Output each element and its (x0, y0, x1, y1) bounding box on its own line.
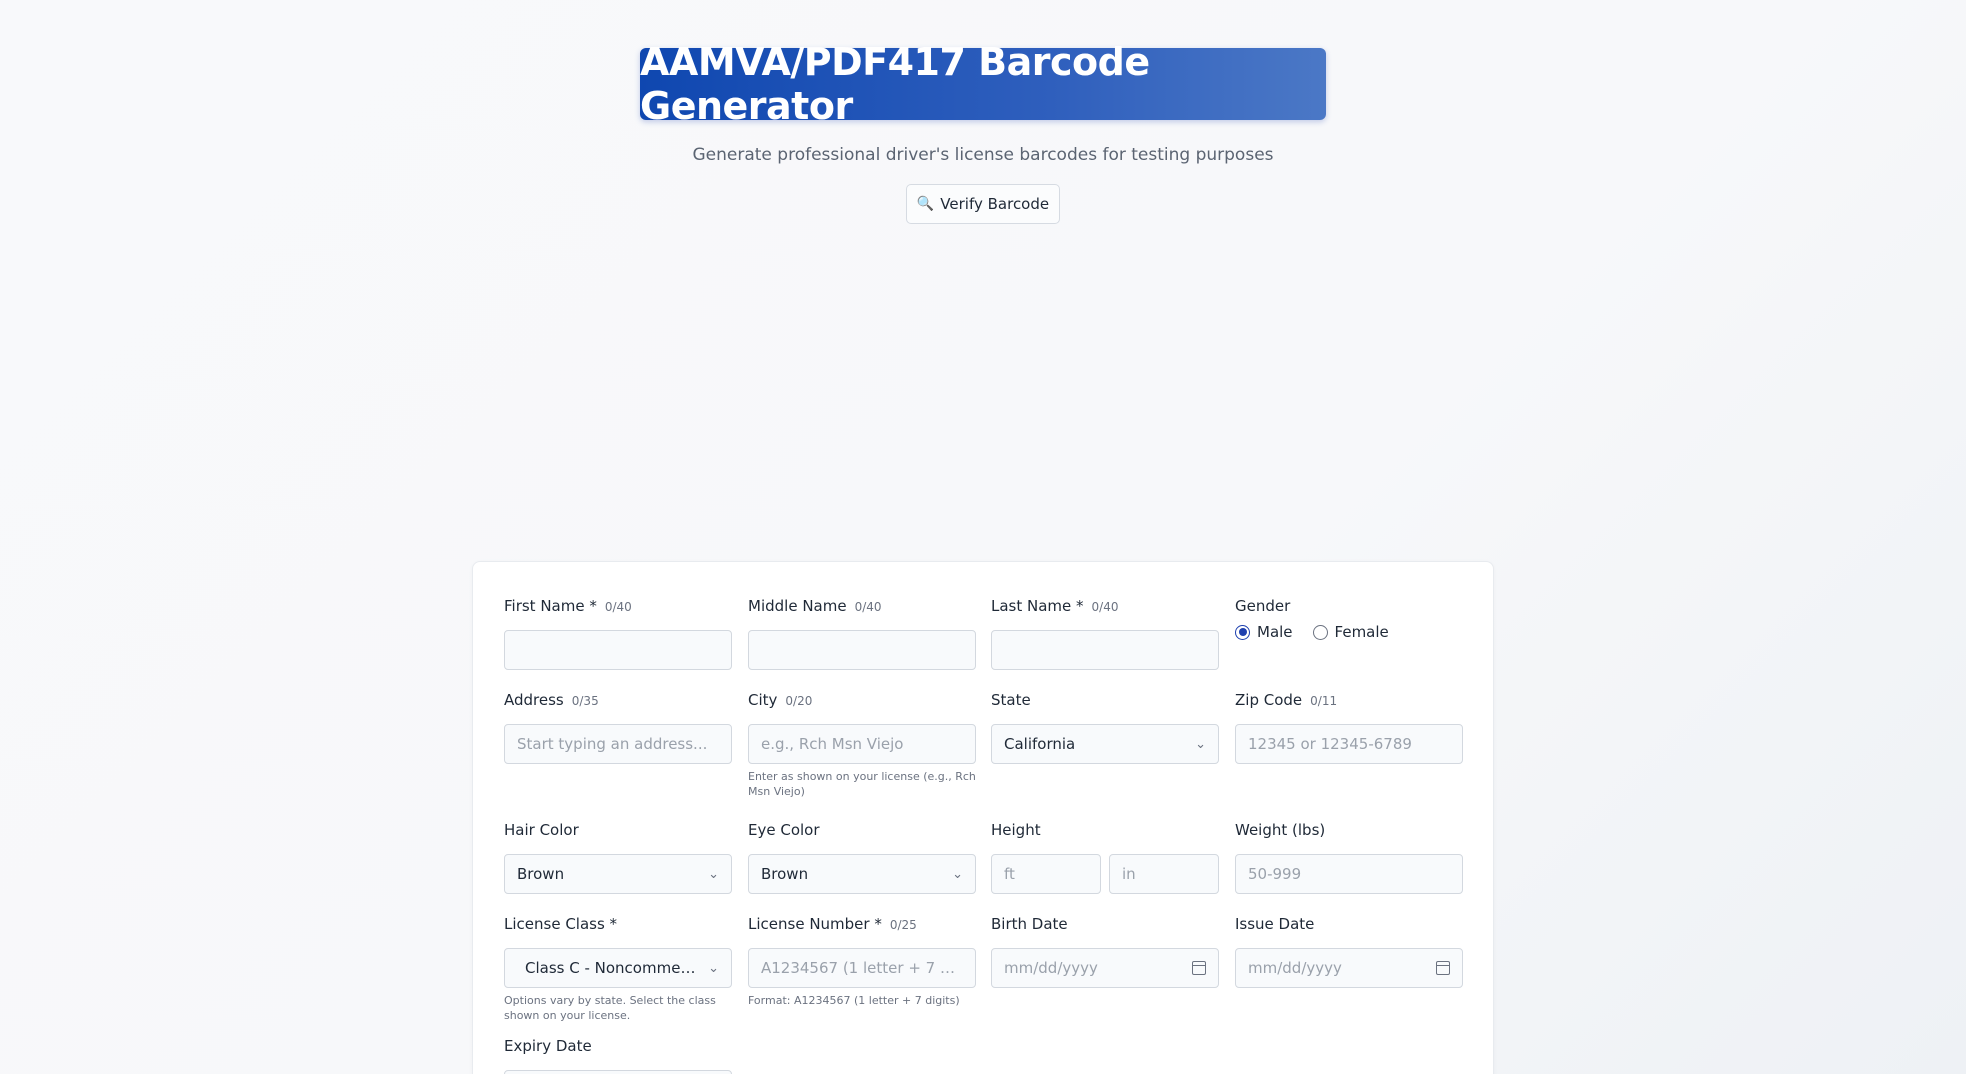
first-name-label: First Name * (504, 597, 597, 615)
license-number-field: License Number * 0/25 A1234567 (1 letter … (748, 915, 976, 1008)
birth-date-input[interactable]: mm/dd/yyyy (991, 948, 1219, 988)
last-name-field: Last Name * 0/40 (991, 597, 1219, 670)
gender-field: Gender Male Female (1235, 597, 1463, 641)
magnifier-icon: 🔍 (916, 196, 935, 212)
license-class-helper-text: Options vary by state. Select the class … (504, 994, 716, 1022)
license-class-field: License Class * Class C - Noncommercial … (504, 915, 732, 1023)
first-name-counter: 0/40 (604, 600, 632, 614)
expiry-date-input[interactable] (504, 1070, 732, 1074)
city-label: City (748, 691, 778, 709)
first-name-field: First Name * 0/40 (504, 597, 732, 670)
address-label: Address (504, 691, 564, 709)
issue-date-field: Issue Date mm/dd/yyyy (1235, 915, 1463, 988)
state-label: State (991, 691, 1031, 709)
city-counter: 0/20 (785, 694, 813, 708)
middle-name-label: Middle Name (748, 597, 847, 615)
chevron-down-icon: ⌄ (1195, 736, 1206, 752)
state-field: State California ⌄ (991, 691, 1219, 764)
form-card: First Name * 0/40 Middle Name 0/40 Last Na… (472, 561, 1494, 1074)
city-helper-text: Enter as shown on your license (e.g., Rc… (748, 770, 976, 798)
middle-name-counter: 0/40 (854, 600, 882, 614)
gender-female-label: Female (1334, 623, 1389, 641)
title-banner: AAMVA/PDF417 Barcode Generator (640, 40, 1326, 128)
address-counter: 0/35 (571, 694, 599, 708)
radio-checked-icon (1235, 624, 1250, 640)
middle-name-field: Middle Name 0/40 (748, 597, 976, 670)
address-field: Address 0/35 Start typing an address... (504, 691, 732, 764)
height-in-input[interactable]: in (1109, 854, 1219, 894)
page: AAMVA/PDF417 Barcode Generator Generate … (0, 0, 1966, 1074)
zip-input[interactable]: 12345 or 12345-6789 (1235, 724, 1463, 764)
verify-barcode-button[interactable]: 🔍 Verify Barcode (906, 184, 1060, 224)
zip-label: Zip Code (1235, 691, 1303, 709)
eye-color-field: Eye Color Brown ⌄ (748, 821, 976, 894)
zip-counter: 0/11 (1310, 694, 1338, 708)
last-name-input[interactable] (991, 630, 1219, 670)
zip-field: Zip Code 0/11 12345 or 12345-6789 (1235, 691, 1463, 764)
page-title: AAMVA/PDF417 Barcode Generator (640, 40, 1150, 128)
weight-input[interactable]: 50-999 (1235, 854, 1463, 894)
license-class-label: License Class * (504, 915, 618, 933)
page-subtitle: Generate professional driver's license b… (692, 145, 1274, 165)
license-class-select[interactable]: Class C - Noncommercial -...⌄ (504, 948, 732, 988)
height-ft-input[interactable]: ft (991, 854, 1101, 894)
first-name-input[interactable] (504, 630, 732, 670)
verify-barcode-label: Verify Barcode (940, 195, 1050, 213)
gender-male-label: Male (1257, 623, 1293, 641)
gender-male-radio[interactable]: Male (1235, 623, 1293, 641)
middle-name-input[interactable] (748, 630, 976, 670)
license-number-counter: 0/25 (889, 918, 917, 932)
radio-unchecked-icon (1312, 624, 1328, 640)
issue-date-input[interactable]: mm/dd/yyyy (1235, 948, 1463, 988)
gender-female-radio[interactable]: Female (1312, 623, 1389, 641)
calendar-icon[interactable] (1436, 961, 1450, 975)
hair-color-select[interactable]: Brown ⌄ (504, 854, 732, 894)
license-number-helper-text: Format: A1234567 (1 letter + 7 digits) (748, 994, 960, 1007)
address-input[interactable]: Start typing an address... (504, 724, 732, 764)
eye-color-select[interactable]: Brown ⌄ (748, 854, 976, 894)
birth-date-label: Birth Date (991, 915, 1068, 933)
height-label: Height (991, 821, 1041, 839)
expiry-date-field: Expiry Date (504, 1037, 732, 1074)
hair-color-field: Hair Color Brown ⌄ (504, 821, 732, 894)
last-name-counter: 0/40 (1091, 600, 1119, 614)
gender-label: Gender (1235, 597, 1291, 615)
calendar-icon[interactable] (1192, 961, 1206, 975)
birth-date-field: Birth Date mm/dd/yyyy (991, 915, 1219, 988)
expiry-date-label: Expiry Date (504, 1037, 592, 1055)
city-field: City 0/20 e.g., Rch Msn Viejo Enter as sh… (748, 691, 976, 799)
issue-date-label: Issue Date (1235, 915, 1315, 933)
license-number-label: License Number * (748, 915, 882, 933)
chevron-down-icon: ⌄ (708, 866, 719, 882)
weight-label: Weight (lbs) (1235, 821, 1326, 839)
state-select[interactable]: California ⌄ (991, 724, 1219, 764)
weight-field: Weight (lbs) 50-999 (1235, 821, 1463, 894)
chevron-down-icon: ⌄ (708, 960, 719, 976)
license-number-input[interactable]: A1234567 (1 letter + 7 digits) (748, 948, 976, 988)
height-field: Height ft in (991, 821, 1219, 894)
eye-color-label: Eye Color (748, 821, 820, 839)
chevron-down-icon: ⌄ (952, 866, 963, 882)
hair-color-label: Hair Color (504, 821, 579, 839)
last-name-label: Last Name * (991, 597, 1084, 615)
city-input[interactable]: e.g., Rch Msn Viejo (748, 724, 976, 764)
